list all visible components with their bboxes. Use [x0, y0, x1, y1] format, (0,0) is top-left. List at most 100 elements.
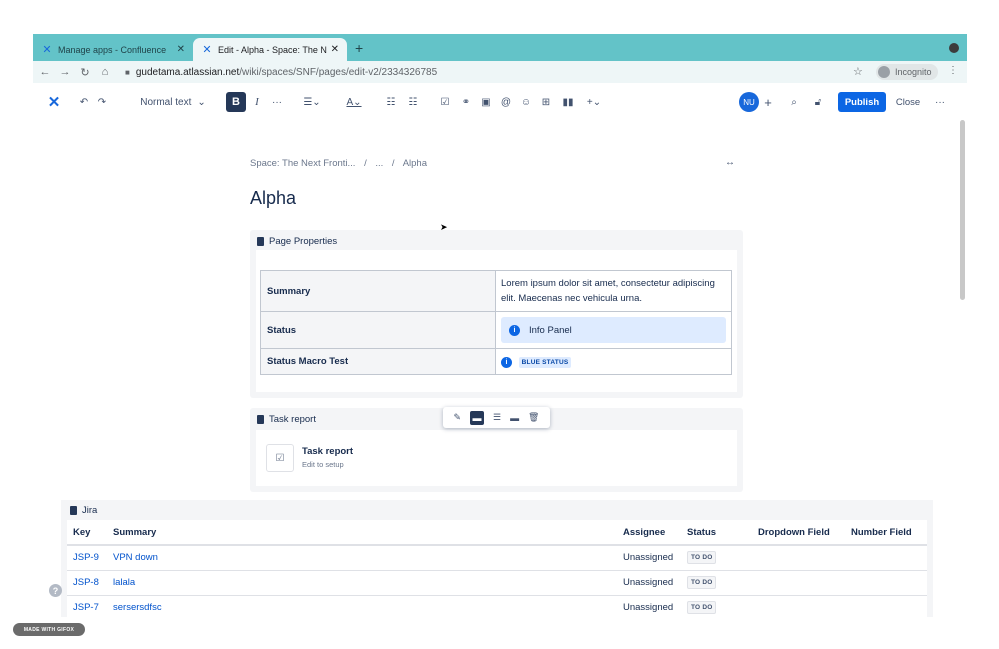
- restrictions-lock-icon[interactable]: 🔓︎: [811, 91, 825, 113]
- column-header-assignee[interactable]: Assignee: [617, 520, 681, 546]
- breadcrumb-space[interactable]: Space: The Next Fronti...: [250, 158, 355, 169]
- column-header-status[interactable]: Status: [681, 520, 752, 546]
- link-icon[interactable]: ⚭: [459, 91, 473, 113]
- bookmark-star-icon[interactable]: ☆: [853, 65, 863, 78]
- tab-manage-apps[interactable]: ✕ Manage apps - Confluence ✕: [33, 38, 193, 61]
- issue-key-link[interactable]: JSP-7: [73, 602, 99, 613]
- number-field-cell: [845, 595, 927, 617]
- number-field-cell: [845, 570, 927, 596]
- layouts-icon[interactable]: ▮▮: [560, 91, 576, 113]
- delete-trash-icon[interactable]: 🗑︎: [528, 412, 539, 423]
- macro-title: Page Properties: [269, 236, 338, 247]
- undo-icon[interactable]: ↶: [77, 91, 91, 113]
- numbered-list-icon[interactable]: ☷: [406, 91, 420, 113]
- italic-button[interactable]: I: [251, 91, 263, 113]
- column-header-key[interactable]: Key: [67, 520, 107, 546]
- image-icon[interactable]: ▣: [479, 91, 493, 113]
- macro-header: Page Properties: [257, 236, 337, 247]
- more-formatting-button[interactable]: ···: [271, 91, 283, 113]
- window-menu-icon[interactable]: [949, 43, 959, 53]
- property-value-cell[interactable]: i BLUE STATUS: [495, 348, 732, 375]
- layout-full-width-icon[interactable]: ▬: [510, 413, 519, 423]
- home-icon[interactable]: ⌂: [97, 66, 113, 78]
- dropdown-field-cell: [752, 570, 845, 596]
- table-header-row: Key Summary Assignee Status Dropdown Fie…: [67, 520, 927, 546]
- tab-strip: ✕ Manage apps - Confluence ✕ ✕ Edit - Al…: [33, 34, 967, 61]
- task-report-subtitle[interactable]: Edit to setup: [302, 460, 344, 469]
- incognito-badge[interactable]: Incognito: [876, 64, 938, 80]
- text-color-dropdown-icon[interactable]: A⌄: [343, 91, 365, 113]
- assignee-cell: Unassigned: [617, 570, 681, 596]
- new-tab-icon[interactable]: +: [355, 40, 363, 56]
- invite-plus-icon[interactable]: +: [761, 91, 775, 113]
- macro-body: [256, 430, 737, 486]
- help-icon[interactable]: ?: [49, 584, 62, 597]
- issue-summary-link[interactable]: VPN down: [113, 552, 158, 563]
- issue-summary-link[interactable]: sersersdfsc: [113, 602, 162, 613]
- status-badge[interactable]: BLUE STATUS: [518, 356, 572, 368]
- number-field-cell: [845, 545, 927, 571]
- status-badge: TO DO: [687, 551, 717, 565]
- confluence-logo-icon[interactable]: ✕: [45, 91, 63, 113]
- tab-edit-alpha[interactable]: ✕ Edit - Alpha - Space: The Next ✕: [193, 38, 347, 61]
- forward-icon[interactable]: →: [57, 66, 73, 78]
- issue-key-link[interactable]: JSP-8: [73, 577, 99, 588]
- property-key[interactable]: Status Macro Test: [260, 348, 496, 375]
- column-header-summary[interactable]: Summary: [107, 520, 617, 546]
- mention-icon[interactable]: @: [499, 91, 513, 113]
- tab-title: Manage apps - Confluence: [58, 44, 167, 55]
- edit-pencil-icon[interactable]: ✎: [453, 412, 461, 423]
- table-icon[interactable]: ⊞: [539, 91, 553, 113]
- layout-wide-icon[interactable]: ☰: [493, 412, 501, 423]
- layout-default-icon[interactable]: ▬: [470, 410, 485, 425]
- insert-more-icon[interactable]: +⌄: [583, 91, 605, 113]
- overflow-menu-button[interactable]: ···: [933, 91, 947, 113]
- confluence-icon: ✕: [202, 43, 212, 56]
- alignment-dropdown-icon[interactable]: ☰⌄: [301, 91, 323, 113]
- emoji-icon[interactable]: ☺: [519, 91, 533, 113]
- info-panel-text: Info Panel: [529, 324, 572, 336]
- url-field[interactable]: ■ gudetama.atlassian.net/wiki/spaces/SNF…: [125, 64, 925, 80]
- property-key[interactable]: Summary: [260, 270, 496, 312]
- address-bar: ← → ↻ ⌂ ■ gudetama.atlassian.net/wiki/sp…: [33, 61, 967, 83]
- task-report-title[interactable]: Task report: [302, 446, 353, 457]
- jira-macro[interactable]: Jira Key Summary Assignee Status Dropdow…: [61, 500, 933, 617]
- publish-button[interactable]: Publish: [838, 92, 886, 112]
- close-button[interactable]: Close: [893, 91, 923, 113]
- issue-key-link[interactable]: JSP-9: [73, 552, 99, 563]
- document-icon: [70, 506, 77, 515]
- page-properties-macro[interactable]: Page Properties Summary Lorem ipsum dolo…: [250, 230, 743, 398]
- avatar[interactable]: NU: [739, 92, 759, 112]
- column-header-number-field[interactable]: Number Field: [845, 520, 927, 546]
- reload-icon[interactable]: ↻: [77, 66, 93, 79]
- property-value-cell[interactable]: i Info Panel: [495, 311, 732, 349]
- redo-icon[interactable]: ↷: [95, 91, 109, 113]
- macro-header: Jira: [70, 505, 97, 516]
- scrollbar[interactable]: [960, 120, 965, 300]
- bullet-list-icon[interactable]: ☷: [384, 91, 398, 113]
- issue-summary-link[interactable]: lalala: [113, 577, 135, 588]
- assignee-cell: Unassigned: [617, 595, 681, 617]
- info-panel[interactable]: i Info Panel: [501, 317, 726, 343]
- close-tab-icon[interactable]: ✕: [331, 44, 339, 55]
- breadcrumb-page[interactable]: Alpha: [403, 158, 427, 169]
- page-title[interactable]: Alpha: [250, 188, 296, 209]
- text-style-dropdown[interactable]: Normal text ⌄: [137, 91, 209, 113]
- property-value[interactable]: Lorem ipsum dolor sit amet, consectetur …: [495, 270, 732, 312]
- column-header-dropdown-field[interactable]: Dropdown Field: [752, 520, 845, 546]
- expand-width-icon[interactable]: ↔: [725, 157, 735, 168]
- bold-button[interactable]: B: [226, 92, 246, 112]
- close-tab-icon[interactable]: ✕: [177, 44, 185, 55]
- property-key[interactable]: Status: [260, 311, 496, 349]
- table-row: Status Macro Test i BLUE STATUS: [260, 348, 732, 375]
- confluence-icon: ✕: [42, 43, 52, 56]
- breadcrumb-ellipsis[interactable]: ...: [375, 158, 383, 169]
- search-icon[interactable]: ⌕: [787, 91, 801, 113]
- back-icon[interactable]: ←: [37, 66, 53, 78]
- browser-menu-icon[interactable]: ⋮: [948, 65, 958, 76]
- action-item-icon[interactable]: ☑: [438, 91, 452, 113]
- incognito-icon: [878, 66, 890, 78]
- status-cell: TO DO: [681, 595, 752, 617]
- info-icon: i: [501, 356, 512, 368]
- dropdown-field-cell: [752, 595, 845, 617]
